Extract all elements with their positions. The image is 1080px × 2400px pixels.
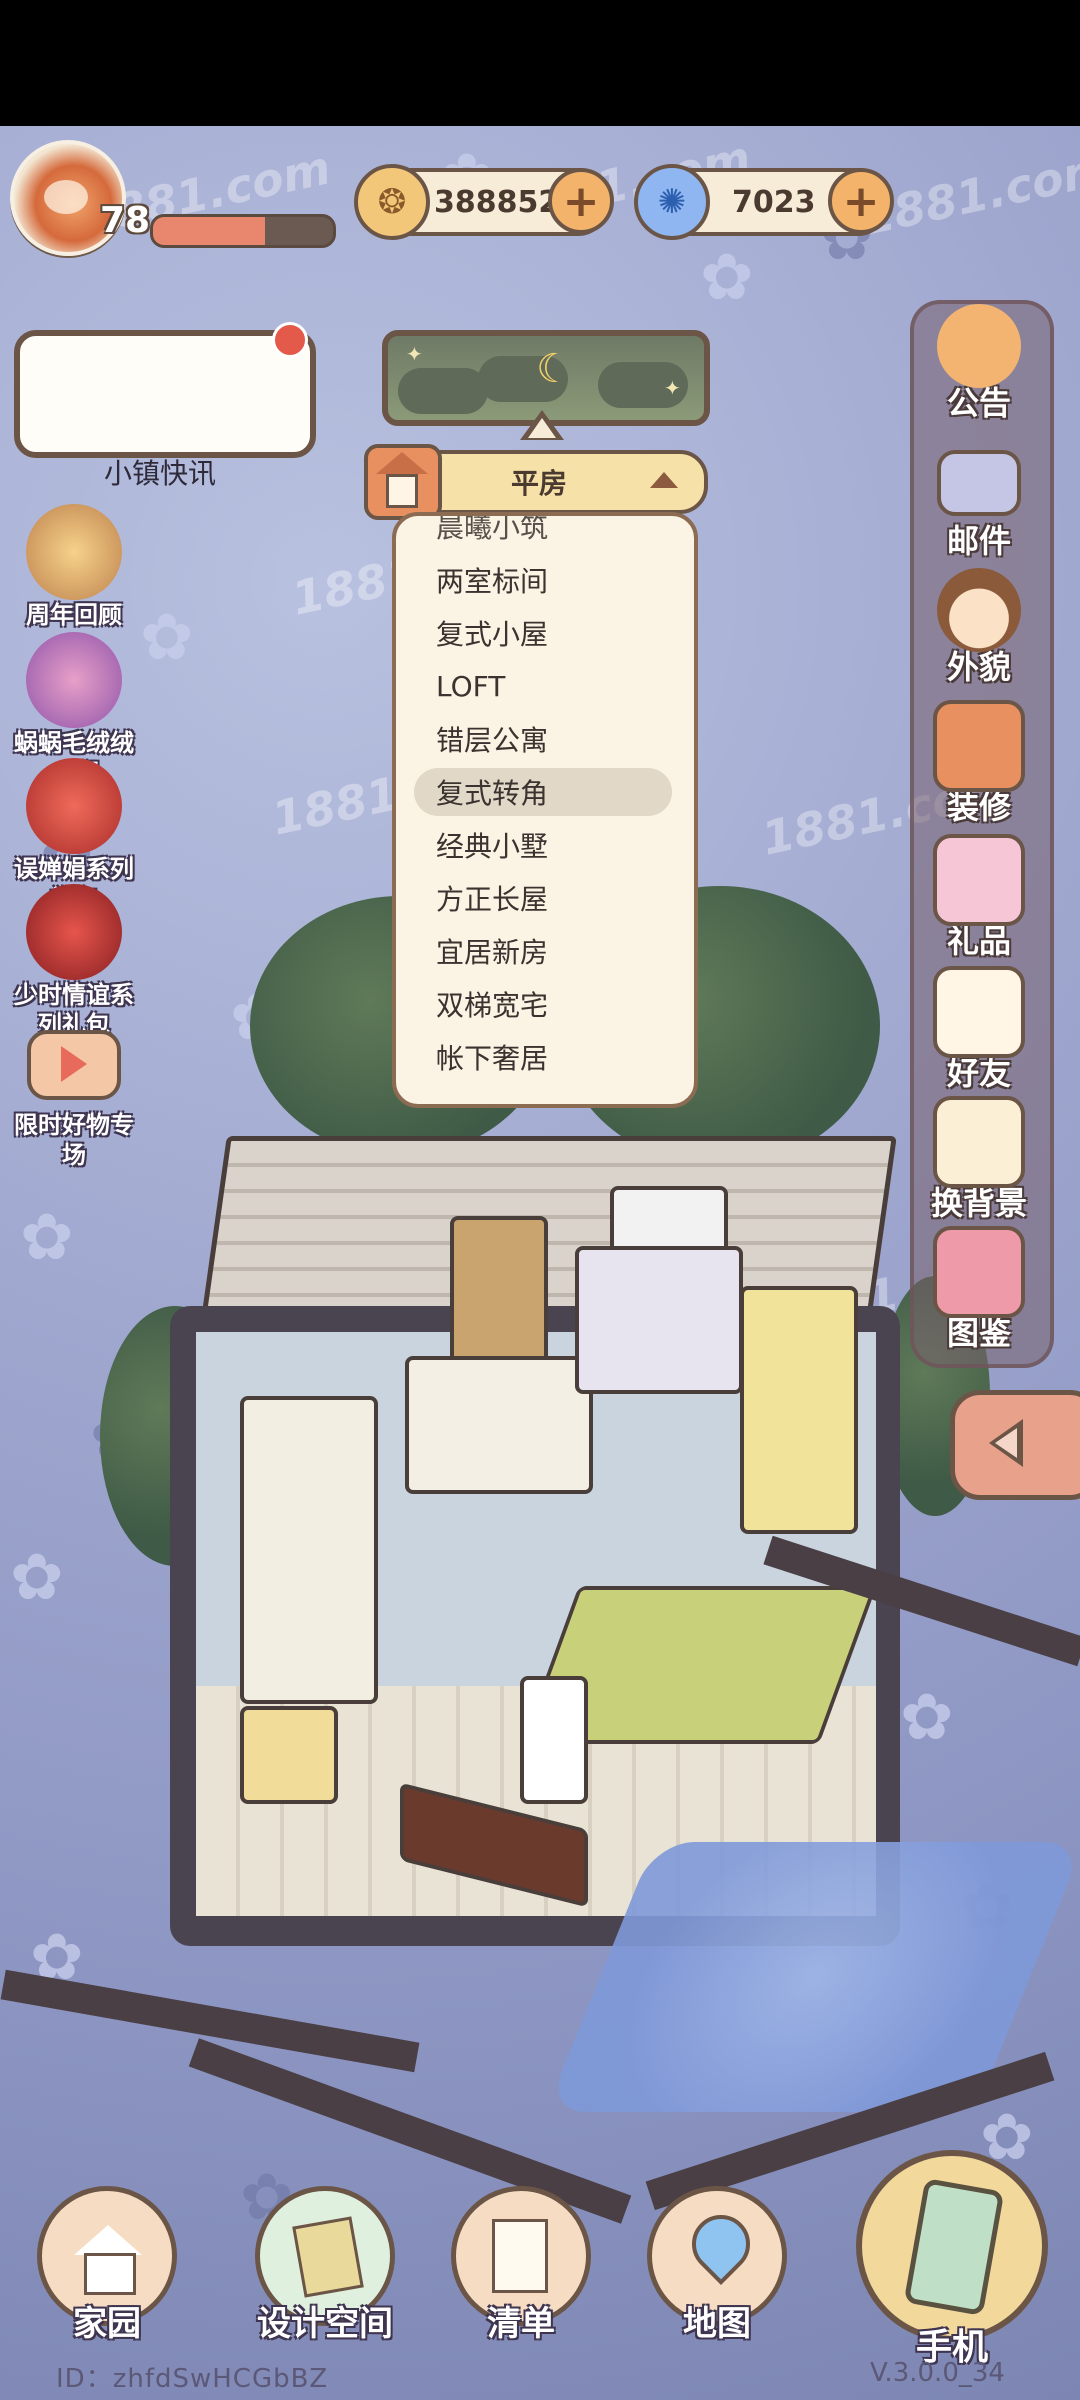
star-icon: ✦ [406,342,423,366]
menu-item[interactable]: 两室标间 [414,556,672,604]
album-book-icon [933,1226,1025,1318]
plush-snail-icon [26,632,122,728]
chevron-left-icon [989,1419,1023,1467]
house-icon [364,444,442,520]
house-type-menu[interactable]: 晨曦小筑 两室标间 复式小屋 LOFT 错层公寓 复式转角 经典小墅 方正长屋 … [392,512,698,1108]
nav-phone[interactable]: 手机 [854,2150,1050,2370]
xp-bar [150,214,336,248]
friend-notebook-icon [933,966,1025,1058]
red-flower-icon [26,758,122,854]
version-label: V.3.0.0_34 [870,2358,1005,2388]
sidebar-item-album[interactable]: 图鉴 [916,1226,1042,1354]
chevron-up-icon [650,472,678,488]
character-face-icon [937,568,1021,652]
house-wrench-icon [933,700,1025,792]
event-label: 周年回顾 [26,601,122,629]
sidebar-item-background[interactable]: 换背景 [916,1096,1042,1224]
menu-item[interactable]: 经典小墅 [414,821,672,869]
megaphone-icon [937,304,1021,388]
event-label: 限时好物专场 [14,1111,134,1169]
nav-label: 家园 [73,2304,141,2344]
add-gem-button[interactable]: + [828,168,894,234]
flower-decoration: ✿ [900,1681,954,1755]
sidebar-item-label: 邮件 [946,522,1011,560]
menu-item[interactable]: 方正长屋 [414,874,672,922]
menu-item[interactable]: 宜居新房 [414,927,672,975]
event-friendship-pack[interactable]: 少时情谊系列礼包 [4,884,144,1040]
house-type-selected: 平房 [510,467,567,500]
nav-home[interactable]: 家园 [22,2186,192,2345]
cloud [398,368,488,414]
background-swap-icon [933,1096,1025,1188]
star-icon: ✦ [664,376,681,400]
moon-icon: ☾ [536,346,572,392]
phone-icon [856,2150,1048,2342]
play-video-icon [27,1030,121,1100]
town-news-box[interactable] [14,330,316,458]
sidebar-item-decorate[interactable]: 装修 [916,700,1042,828]
sidebar-item-friends[interactable]: 好友 [916,966,1042,1094]
menu-item[interactable]: 双梯宽宅 [414,980,672,1028]
nav-design-space[interactable]: 设计空间 [240,2186,410,2345]
xp-bar-fill [153,217,265,245]
event-limited-sale[interactable]: 限时好物专场 [4,1020,144,1170]
nav-label: 清单 [487,2304,555,2344]
gold-coin-icon: ❂ [354,164,430,240]
add-gold-button[interactable]: + [548,168,614,234]
nav-checklist[interactable]: 清单 [436,2186,606,2345]
gold-amount: 388852 [434,184,560,220]
blue-swirl-gem-icon: ✺ [634,164,710,240]
desk[interactable] [405,1356,593,1494]
sidebar-item-gift[interactable]: 礼品 [916,834,1042,962]
menu-item[interactable]: LOFT [414,662,672,710]
flower-decoration: ✿ [700,241,754,315]
menu-item[interactable]: 错层公寓 [414,715,672,763]
red-rose-icon [26,884,122,980]
news-notification-dot [272,322,308,358]
flower-decoration: ✿ [20,1201,74,1275]
nav-map[interactable]: 地图 [632,2186,802,2345]
player-id: ID：zhfdSwHCGbBZ [56,2364,329,2394]
clothes-rack[interactable] [575,1246,743,1394]
menu-item-selected[interactable]: 复式转角 [414,768,672,816]
cat-house[interactable] [240,1706,338,1804]
film-reel-icon [26,504,122,600]
gem-amount: 7023 [732,184,816,220]
gift-box-icon [933,834,1025,926]
window-curtain[interactable] [740,1286,858,1534]
nav-label: 设计空间 [257,2304,393,2344]
collapse-sidebar-button[interactable] [950,1390,1080,1500]
event-anniversary[interactable]: 周年回顾 [4,504,144,630]
air-conditioner[interactable] [610,1186,728,1254]
nav-label: 地图 [683,2304,751,2344]
menu-item[interactable]: 晨曦小筑 [414,516,672,546]
music-stand[interactable] [520,1676,588,1804]
time-pointer [520,410,564,440]
sidebar-item-mail[interactable]: 邮件 [916,434,1042,562]
gem-currency[interactable]: ✺ 7023 + [634,164,894,240]
menu-item[interactable]: 复式小屋 [414,609,672,657]
sidebar-item-notice[interactable]: 公告 [916,304,1042,424]
envelope-icon [937,450,1021,516]
player-level: 78 [100,200,151,241]
sidebar-item-appearance[interactable]: 外貌 [916,568,1042,688]
flower-decoration: ✿ [140,601,194,675]
menu-item[interactable]: 帐下奢居 [414,1033,672,1081]
status-bar [0,0,1080,126]
wardrobe[interactable] [240,1396,378,1704]
flower-decoration: ✿ [10,1541,64,1615]
town-news-label: 小镇快讯 [103,457,216,490]
gold-currency[interactable]: ❂ 388852 + [354,164,614,240]
